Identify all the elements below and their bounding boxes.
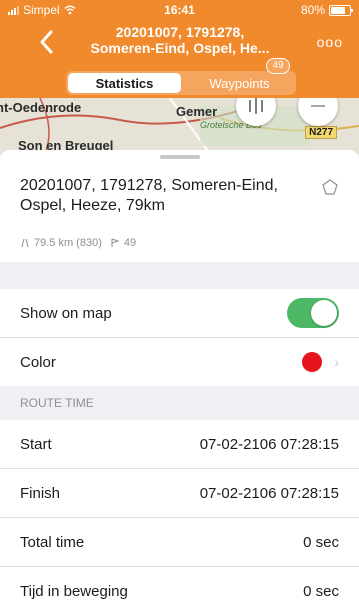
route-summary-card: 20201007, 1791278, Someren-Eind, Ospel, … <box>0 150 359 262</box>
distance-icon <box>21 238 29 248</box>
start-label: Start <box>20 435 52 453</box>
map-icon <box>249 98 263 114</box>
route-shape-icon[interactable] <box>321 178 339 196</box>
battery-info: 80% <box>300 3 353 17</box>
page-title: 20201007, 1791278, Someren-Eind, Ospel, … <box>70 24 290 56</box>
show-on-map-row: Show on map <box>0 289 359 338</box>
route-meta: 79.5 km (830) 49 <box>20 237 136 249</box>
route-time-row: Start 07-02-2106 07:28:15 <box>0 420 359 469</box>
route-time-row: Total time 0 sec <box>0 518 359 567</box>
map-locate-button[interactable] <box>298 98 338 126</box>
status-bar: Simpel 16:41 80% <box>0 0 359 20</box>
nav-header: Simpel 16:41 80% 20201007, 1791278, Some… <box>0 0 359 98</box>
start-value: 07-02-2106 07:28:15 <box>199 435 339 453</box>
route-time-row: Finish 07-02-2106 07:28:15 <box>0 469 359 518</box>
battery-icon <box>329 4 353 16</box>
tab-waypoints-label: Waypoints <box>209 75 270 91</box>
show-on-map-label: Show on map <box>20 304 112 322</box>
show-on-map-toggle[interactable] <box>287 298 339 328</box>
map-layers-button[interactable] <box>236 98 276 126</box>
color-row[interactable]: Color › <box>0 338 359 386</box>
route-details-sheet: 20201007, 1791278, Someren-Eind, Ospel, … <box>0 150 359 612</box>
tab-waypoints[interactable]: Waypoints 49 <box>183 58 296 95</box>
map-label-town-1: nt-Oedenrode <box>0 100 82 115</box>
segmented-control: Statistics Waypoints 49 <box>66 58 296 95</box>
color-label: Color <box>20 353 56 371</box>
tab-statistics[interactable]: Statistics <box>68 73 181 93</box>
route-distance: 79.5 km (830) <box>34 237 102 249</box>
moving-time-value: 0 sec <box>303 582 339 600</box>
route-time-section-header: ROUTE TIME <box>0 386 359 420</box>
map-label-town-2: Gemer <box>176 104 218 119</box>
finish-value: 07-02-2106 07:28:15 <box>199 484 339 502</box>
route-time-row: Tijd in beweging 0 sec <box>0 567 359 612</box>
moving-time-label: Tijd in beweging <box>20 582 128 600</box>
route-time-group: Start 07-02-2106 07:28:15 Finish 07-02-2… <box>0 420 359 612</box>
chevron-right-icon: › <box>334 354 339 370</box>
total-time-label: Total time <box>20 533 85 551</box>
color-swatch <box>302 352 323 372</box>
more-options-button[interactable]: ooo <box>317 34 343 50</box>
back-chevron-icon[interactable] <box>36 28 58 56</box>
sheet-grabber-handle[interactable] <box>160 155 200 159</box>
map-view[interactable]: nt-Oedenrode Gemer Son en Breugel Grotel… <box>0 98 359 154</box>
finish-label: Finish <box>20 484 61 502</box>
road-number-badge: N277 <box>305 126 337 139</box>
map-settings-group: Show on map Color › <box>0 289 359 386</box>
waypoints-count-badge: 49 <box>266 58 290 74</box>
title-line-2: Someren-Eind, Ospel, He... <box>90 40 270 56</box>
route-name: 20201007, 1791278, Someren-Eind, Ospel, … <box>20 177 278 214</box>
minus-icon <box>311 105 325 107</box>
route-waypoints-count: 49 <box>123 237 137 249</box>
total-time-value: 0 sec <box>303 533 339 551</box>
title-line-1: 20201007, 1791278, <box>115 24 245 40</box>
tab-statistics-label: Statistics <box>95 75 154 91</box>
battery-percent: 80% <box>300 3 325 17</box>
flag-icon <box>111 238 120 247</box>
